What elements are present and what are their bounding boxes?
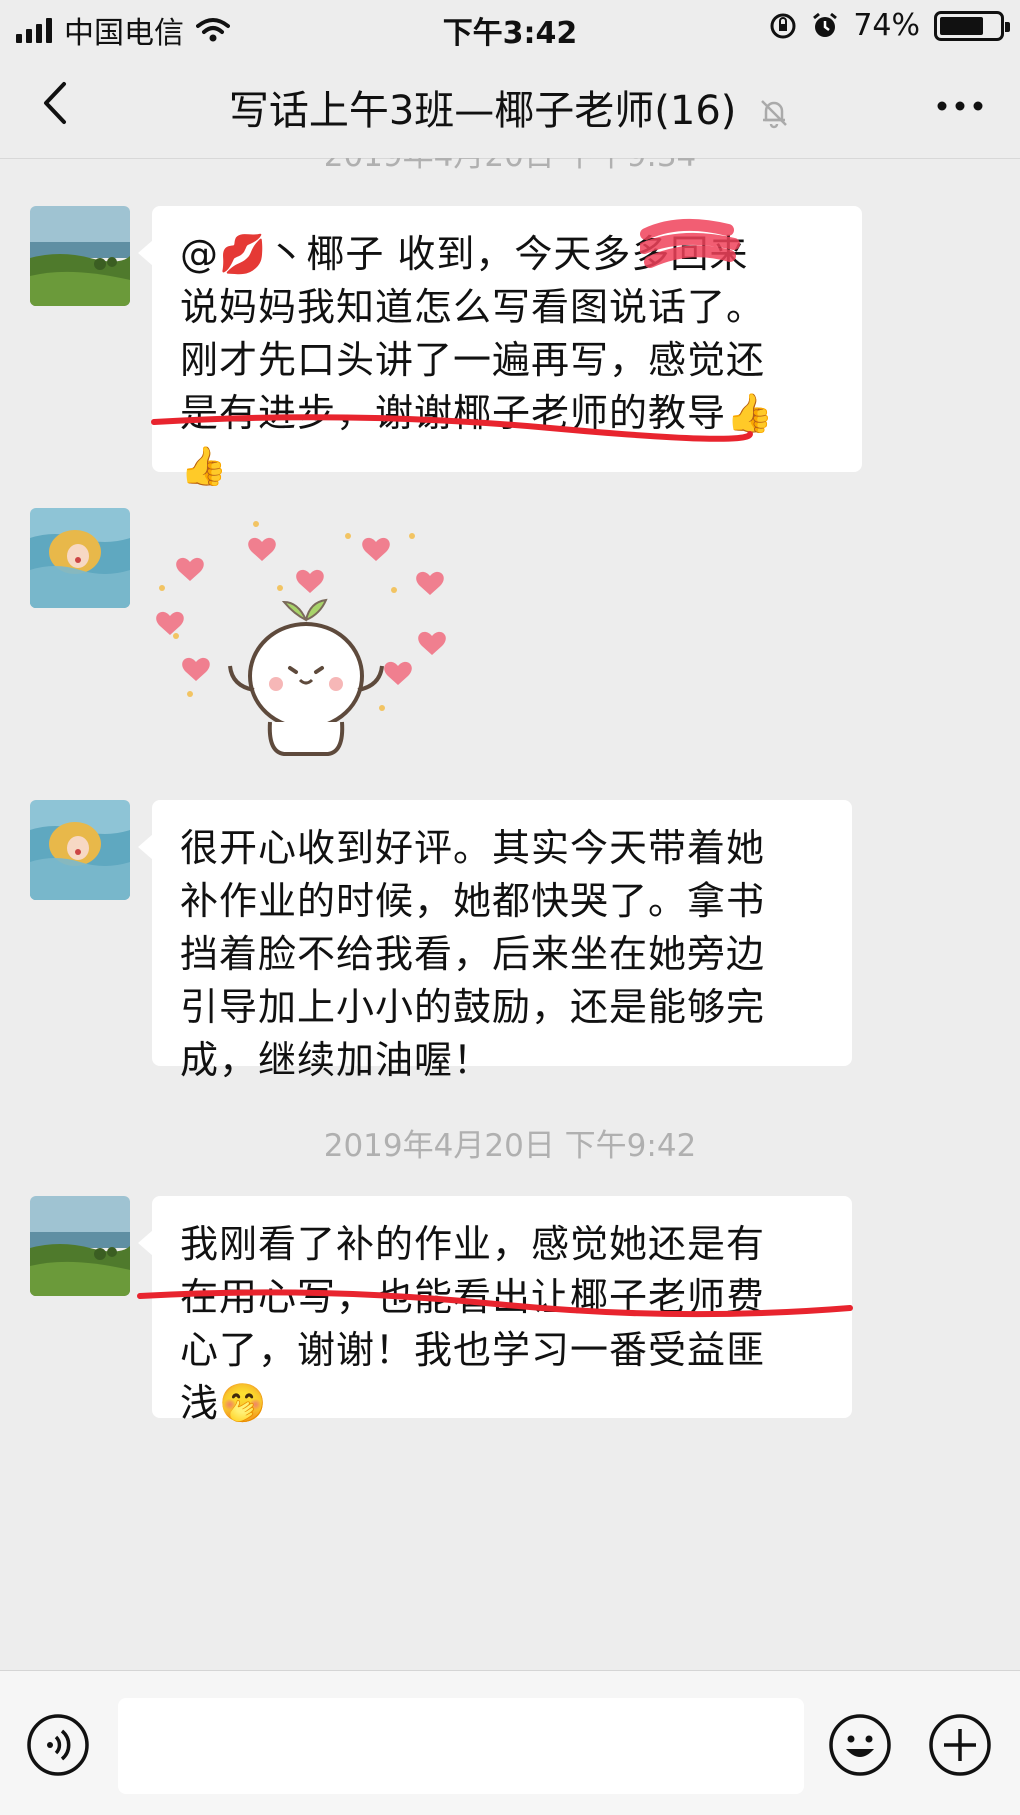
message-line: 是有进步，谢谢椰子老师的教导👍 (180, 391, 775, 435)
battery-icon (934, 10, 1010, 41)
chat-header: 写话上午3班—椰子老师(16) (0, 50, 1020, 159)
message-line: 👍 (180, 444, 229, 488)
battery-fill (940, 16, 983, 35)
message-line: 在用心写，也能看出让椰子老师费 (180, 1275, 766, 1319)
swimming-child-avatar[interactable] (30, 508, 130, 608)
message-line: 成，继续加油喔！ (180, 1038, 493, 1082)
message-line: 挡着脸不给我看，后来坐在她旁边 (180, 932, 766, 976)
message-line: 我刚看了补的作业，感觉她还是有 (180, 1222, 766, 1266)
message-line: 心了，谢谢！我也学习一番受益匪 (180, 1328, 766, 1372)
message-line: @💋丶椰子 收到，今天多多回来 (180, 232, 749, 276)
message-bubble[interactable]: 很开心收到好评。其实今天带着她 补作业的时候，她都快哭了。拿书 挡着脸不给我看，… (138, 800, 852, 1082)
message-line: 刚才先口头讲了一遍再写，感觉还 (180, 338, 766, 382)
message-line: 浅🤭 (180, 1381, 268, 1425)
status-right: 74% (769, 8, 1010, 43)
alarm-icon (813, 12, 838, 37)
voice-icon[interactable] (26, 1713, 90, 1777)
message-line: 很开心收到好评。其实今天带着她 (180, 826, 766, 870)
status-bar: 中国电信 下午3:42 74% (0, 0, 1020, 51)
battery-percent: 74% (853, 8, 920, 43)
message-bubble[interactable]: 我刚看了补的作业，感觉她还是有 在用心写，也能看出让椰子老师费 心了，谢谢！我也… (138, 1196, 852, 1425)
message-input[interactable] (118, 1698, 804, 1794)
chat-title: 写话上午3班—椰子老师(16) (228, 88, 737, 134)
swimming-child-avatar[interactable] (30, 800, 130, 900)
sprout-hearts-sticker[interactable] (150, 508, 460, 768)
landscape-avatar[interactable] (30, 1196, 130, 1296)
input-bar (0, 1670, 1020, 1815)
message-line: 引导加上小小的鼓励，还是能够完 (180, 985, 766, 1029)
more-dots-icon[interactable] (930, 86, 990, 126)
smiley-icon[interactable] (828, 1713, 892, 1777)
orientation-lock-icon (770, 13, 796, 38)
bell-muted-icon (761, 100, 788, 129)
timestamp: 2019年4月20日 下午9:34 (0, 158, 1020, 175)
message-line: 说妈妈我知道怎么写看图说话了。 (180, 285, 766, 329)
plus-circle-icon[interactable] (928, 1713, 992, 1777)
landscape-avatar[interactable] (30, 206, 130, 306)
timestamp: 2019年4月20日 下午9:42 (323, 1128, 697, 1164)
message-line: 补作业的时候，她都快哭了。拿书 (180, 879, 766, 923)
message-list[interactable]: 2019年4月20日 下午9:34 @💋丶椰子 收到，今天多多回来 说妈妈我知道… (0, 158, 1020, 1670)
message-bubble[interactable]: @💋丶椰子 收到，今天多多回来 说妈妈我知道怎么写看图说话了。 刚才先口头讲了一… (138, 206, 862, 488)
chat-title-wrap: 写话上午3班—椰子老师(16) (0, 78, 1020, 136)
